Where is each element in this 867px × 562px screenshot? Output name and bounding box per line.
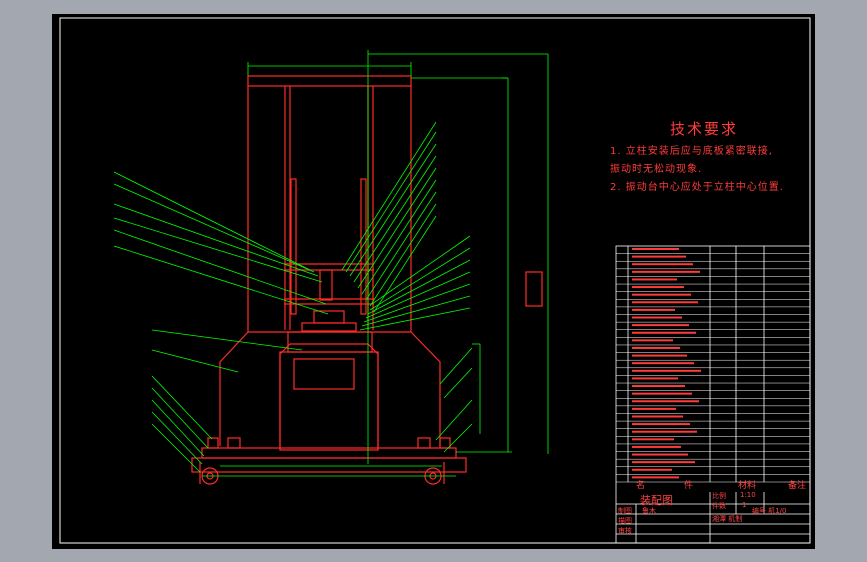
parts-list-cell-mark (632, 270, 700, 273)
parts-list-cell-mark (632, 308, 675, 311)
school-name: 湘潭 机制 (712, 515, 743, 523)
parts-list-cell-mark (632, 453, 688, 456)
requirements-title: 技术要求 (670, 120, 739, 138)
parts-list-cell-mark (632, 369, 701, 372)
parts-list-cell-mark (632, 468, 672, 471)
parts-list-cell-mark (632, 324, 689, 327)
parts-list-cell-mark (632, 461, 695, 464)
parts-list-cell-mark (632, 248, 679, 250)
parts-list-cell-mark (632, 331, 696, 334)
parts-list-cell-mark (632, 430, 697, 433)
parts-list-cell-mark (632, 346, 680, 349)
parts-list-cell-mark (632, 385, 685, 388)
header-remark: 备注 (788, 481, 807, 491)
label-reviewed: 审核 (618, 527, 632, 535)
parts-list-cell-mark (632, 407, 676, 410)
parts-list-cell-mark (632, 362, 694, 365)
label-traced: 描图 (618, 517, 632, 525)
label-drafted: 制图 (618, 507, 632, 515)
machine-outline (191, 75, 543, 485)
parts-list-cell-mark (632, 316, 682, 319)
scale-label: 比例 (712, 492, 726, 500)
dimension-lines (113, 50, 549, 477)
count-label: 件数 (712, 502, 726, 510)
parts-list-cell-mark (632, 438, 674, 441)
header-part: 件 (684, 481, 694, 491)
parts-list-cell-mark (632, 423, 690, 426)
header-material: 材料 (738, 481, 757, 491)
count-value: 1 (742, 501, 747, 509)
assembly-drawing (59, 17, 811, 544)
header-name: 名 (636, 481, 646, 491)
drawing-number: 编号 机1/0 (752, 507, 787, 515)
parts-list-cell-mark (632, 263, 693, 266)
parts-list-cell-mark (632, 301, 698, 304)
parts-list-cell-mark (632, 286, 684, 289)
parts-list-cell-mark (632, 392, 692, 395)
requirement-line-3: 2. 振动台中心应处于立柱中心位置. (610, 182, 784, 193)
requirement-line-1: 1. 立柱安装后应与底板紧密联接, (610, 146, 773, 157)
parts-list-cell-mark (632, 278, 677, 281)
scale-value: 1:10 (740, 491, 756, 499)
parts-list-cell-mark (632, 354, 687, 357)
parts-list-cell-mark (632, 445, 681, 448)
requirement-line-2: 振动时无松动现象. (610, 164, 703, 175)
parts-list-cell-mark (632, 255, 686, 258)
parts-list-cell-mark (632, 377, 678, 380)
drafter-name: 鲁木 (642, 507, 656, 515)
parts-list-cell-mark (632, 293, 691, 296)
drawing-frame (59, 17, 811, 544)
parts-list-cell-mark (632, 339, 673, 342)
parts-list-rows (616, 248, 810, 483)
drawing-canvas: 技术要求 1. 立柱安装后应与底板紧密联接, 振动时无松动现象. 2. 振动台中… (52, 14, 815, 549)
parts-list-cell-mark (632, 400, 699, 403)
parts-list-cell-mark (632, 415, 683, 418)
